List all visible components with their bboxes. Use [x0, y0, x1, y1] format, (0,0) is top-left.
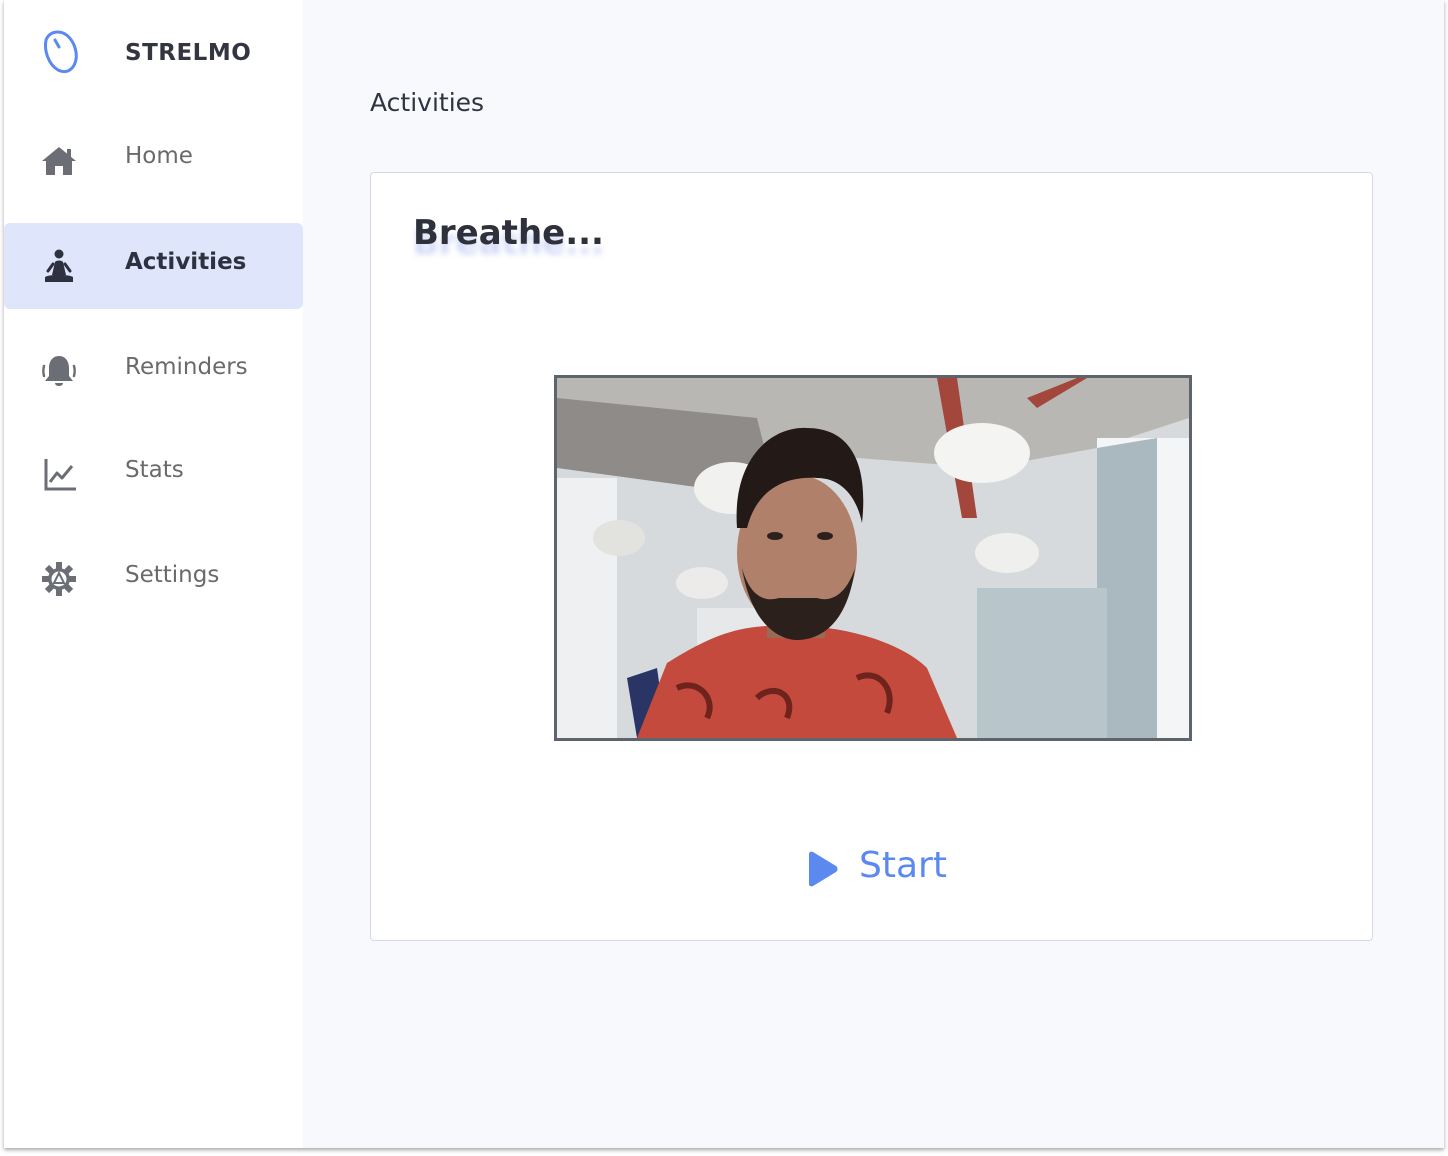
- activity-card: Breathe... Start: [370, 172, 1373, 941]
- sidebar-item-label: Activities: [125, 249, 247, 275]
- webcam-feed: [554, 375, 1192, 741]
- sidebar-item-reminders[interactable]: Reminders: [4, 328, 303, 414]
- sidebar: STRELMO Home Activities Reminders Stats …: [4, 0, 303, 1148]
- play-icon: [805, 851, 839, 891]
- sidebar-item-settings[interactable]: Settings: [4, 536, 303, 622]
- brand: STRELMO: [4, 22, 303, 86]
- card-title: Breathe...: [413, 213, 604, 253]
- bell-icon: [40, 352, 78, 390]
- brand-name: STRELMO: [125, 40, 252, 66]
- mouse-icon: [38, 28, 82, 80]
- sidebar-item-label: Stats: [125, 457, 184, 483]
- app-window: STRELMO Home Activities Reminders Stats …: [4, 0, 1444, 1148]
- meditation-icon: [40, 247, 78, 285]
- line-chart-icon: [40, 455, 78, 493]
- page-title: Activities: [370, 88, 485, 117]
- gear-icon: [40, 560, 78, 598]
- sidebar-item-label: Reminders: [125, 354, 248, 380]
- start-label: Start: [859, 845, 947, 886]
- sidebar-item-home[interactable]: Home: [4, 117, 303, 203]
- sidebar-item-stats[interactable]: Stats: [4, 431, 303, 517]
- sidebar-item-label: Settings: [125, 562, 220, 588]
- webcam-image: [557, 378, 1189, 738]
- sidebar-item-label: Home: [125, 143, 193, 169]
- start-button[interactable]: Start: [801, 843, 971, 893]
- sidebar-item-activities[interactable]: Activities: [4, 223, 303, 309]
- home-icon: [40, 141, 78, 179]
